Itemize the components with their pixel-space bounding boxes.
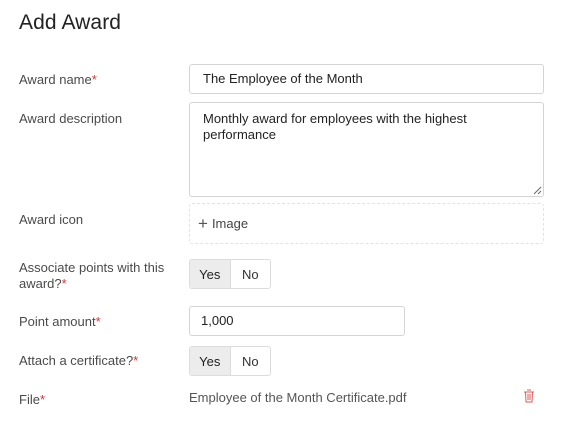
file-name: Employee of the Month Certificate.pdf (189, 390, 407, 405)
award-description-textarea[interactable]: Monthly award for employees with the hig… (189, 102, 544, 197)
file-label: File* (19, 392, 46, 407)
award-description-label: Award description (19, 111, 123, 126)
resize-handle-icon[interactable] (533, 186, 542, 195)
page-title: Add Award (19, 11, 122, 34)
image-button-label: Image (211, 216, 249, 231)
trash-icon[interactable] (523, 389, 535, 403)
associate-points-no[interactable]: No (229, 260, 271, 288)
associate-points-yes[interactable]: Yes (190, 260, 230, 288)
plus-icon: + (198, 214, 208, 233)
award-description-text: Monthly award for employees with the hig… (203, 111, 467, 142)
point-amount-label: Point amount* (19, 314, 101, 329)
attach-certificate-yes[interactable]: Yes (190, 347, 230, 375)
attach-certificate-toggle[interactable]: Yes No (189, 346, 271, 376)
attach-certificate-no[interactable]: No (229, 347, 271, 375)
image-upload-button[interactable]: + Image (189, 203, 544, 244)
associate-points-label: Associate points with this award?* (19, 260, 165, 291)
attach-certificate-label: Attach a certificate?* (19, 353, 139, 368)
award-name-label: Award name* (19, 72, 97, 87)
point-amount-input[interactable]: 1,000 (189, 306, 405, 336)
award-icon-label: Award icon (19, 212, 84, 227)
award-name-input[interactable]: The Employee of the Month (189, 64, 544, 94)
associate-points-toggle[interactable]: Yes No (189, 259, 271, 289)
